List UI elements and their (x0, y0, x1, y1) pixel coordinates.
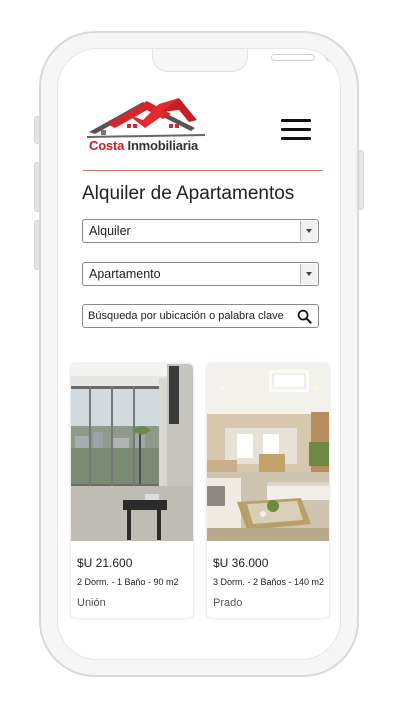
listing-card[interactable]: $U 21.600 2 Dorm. - 1 Baño - 90 m2 Unión (70, 363, 194, 619)
phone-side-button (34, 116, 40, 144)
brand-name: Costa Inmobiliaria (89, 138, 198, 153)
listing-photo[interactable] (207, 364, 329, 541)
property-type-select-value: Apartamento (89, 267, 161, 281)
property-type-select[interactable]: Apartamento (82, 262, 319, 286)
house-roof-icon (87, 98, 205, 138)
listing-location: Unión (77, 597, 106, 609)
phone-volume-down-button (34, 220, 40, 270)
brand-name-part1: Costa (89, 138, 128, 153)
phone-screen: Costa Inmobiliaria Alquiler de Apartamen… (57, 48, 341, 660)
listing-price: $U 36.000 (213, 556, 269, 570)
brand-logo[interactable]: Costa Inmobiliaria (87, 94, 209, 156)
camera-icon (325, 50, 337, 62)
page-title: Alquiler de Apartamentos (82, 183, 295, 204)
chevron-down-icon[interactable] (300, 221, 317, 241)
menu-bar-icon (281, 128, 311, 131)
chevron-down-icon[interactable] (300, 264, 317, 284)
brand-name-part2: Inmobiliaria (127, 138, 199, 153)
search-icon[interactable] (297, 309, 312, 324)
listing-location: Prado (213, 597, 243, 609)
operation-select-value: Alquiler (89, 224, 131, 238)
listing-specs: 3 Dorm. - 2 Baños - 140 m2 (213, 577, 325, 587)
menu-bar-icon (281, 119, 311, 122)
phone-notch (152, 49, 337, 72)
search-box[interactable] (82, 304, 319, 328)
listing-card[interactable]: $U 36.000 3 Dorm. - 2 Baños - 140 m2 Pra… (206, 363, 330, 619)
listing-specs: 2 Dorm. - 1 Baño - 90 m2 (77, 577, 179, 587)
menu-bar-icon (281, 137, 311, 140)
header-divider (83, 170, 323, 171)
phone-power-button (358, 150, 364, 210)
hamburger-menu-button[interactable] (281, 119, 313, 143)
listing-price: $U 21.600 (77, 556, 133, 570)
phone-volume-up-button (34, 162, 40, 212)
operation-select[interactable]: Alquiler (82, 219, 319, 243)
listing-photo[interactable] (71, 364, 193, 541)
speaker-icon (271, 54, 315, 61)
search-input[interactable] (88, 307, 288, 325)
